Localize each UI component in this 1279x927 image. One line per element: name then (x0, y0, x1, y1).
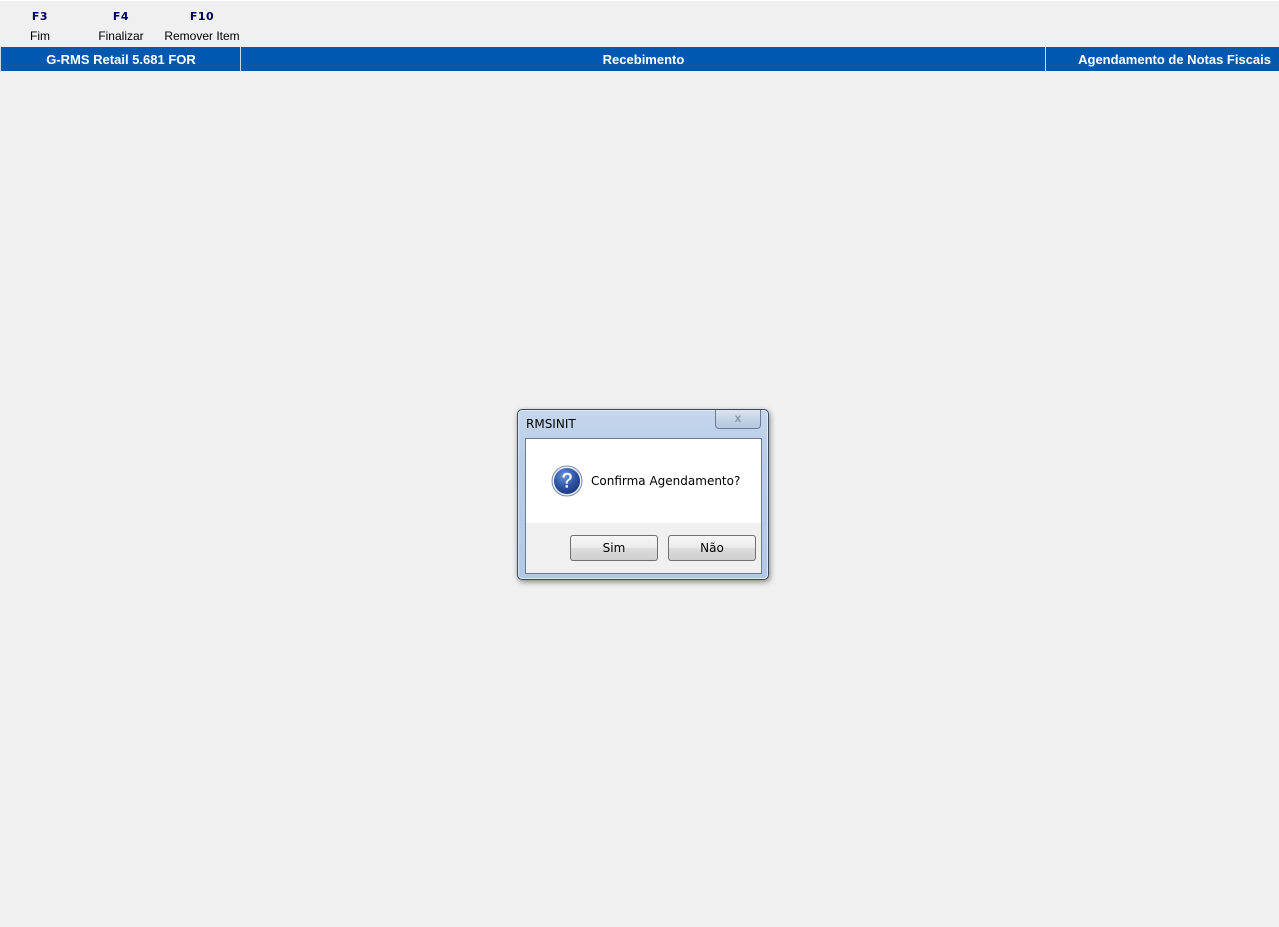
fkey-code: F4 (112, 10, 130, 23)
fkey-label: Remover Item (164, 29, 240, 43)
app-name: G-RMS Retail 5.681 FOR (0, 47, 241, 71)
no-button[interactable]: Não (668, 535, 756, 561)
fkey-code: F10 (189, 10, 215, 23)
fkey-label: Finalizar (98, 29, 144, 43)
dialog-message-area: Confirma Agendamento? (526, 439, 761, 523)
dialog-title: RMSINIT (526, 417, 576, 431)
dialog-message: Confirma Agendamento? (591, 474, 741, 488)
function-key-bar: F3 Fim F4 Finalizar F10 Remover Item (0, 0, 1279, 48)
confirm-dialog: RMSINIT x Confirma Agendamento? Sim Não (517, 409, 769, 580)
dialog-body: Confirma Agendamento? Sim Não (525, 438, 762, 574)
fkey-f3-fim[interactable]: F3 Fim (15, 1, 65, 47)
header-bar: G-RMS Retail 5.681 FOR Recebimento Agend… (0, 47, 1279, 71)
fkey-f4-finalizar[interactable]: F4 Finalizar (91, 1, 151, 47)
fkey-f10-remover-item[interactable]: F10 Remover Item (162, 1, 242, 47)
fkey-code: F3 (31, 10, 49, 23)
screen-name: Agendamento de Notas Fiscais (1045, 47, 1279, 71)
close-button[interactable]: x (715, 410, 761, 429)
close-icon: x (734, 411, 742, 425)
question-icon (551, 465, 583, 497)
module-name: Recebimento (240, 47, 1046, 71)
yes-button[interactable]: Sim (570, 535, 658, 561)
fkey-label: Fim (30, 29, 50, 43)
